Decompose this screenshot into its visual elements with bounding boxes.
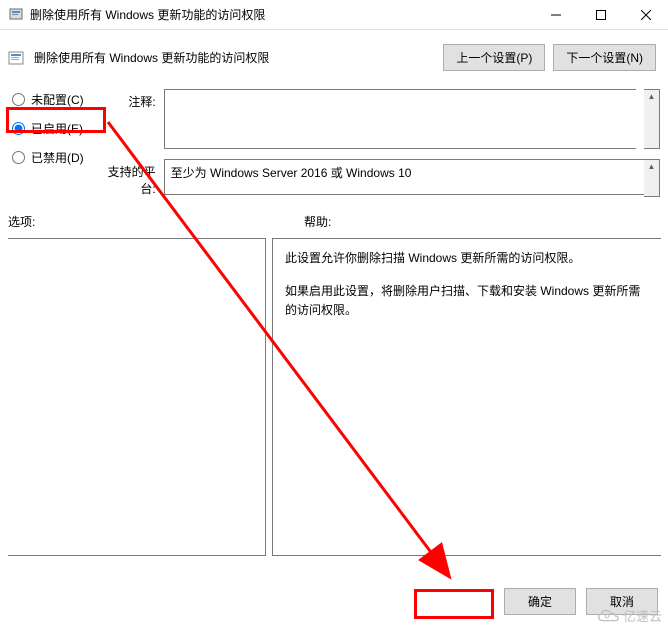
radio-disabled-input[interactable] xyxy=(12,151,25,164)
radio-disabled[interactable]: 已禁用(D) xyxy=(12,149,84,166)
next-setting-button[interactable]: 下一个设置(N) xyxy=(553,44,656,71)
supported-platform-text: 至少为 Windows Server 2016 或 Windows 10 xyxy=(164,159,644,195)
platform-scrollbar[interactable]: ▲ xyxy=(644,159,660,197)
help-panel: 此设置允许你删除扫描 Windows 更新所需的访问权限。 如果启用此设置，将删… xyxy=(272,238,661,556)
comment-label: 注释: xyxy=(96,89,156,149)
radio-enabled-label: 已启用(E) xyxy=(31,120,83,137)
radio-enabled-input[interactable] xyxy=(12,122,25,135)
comment-scrollbar[interactable]: ▲ xyxy=(644,89,660,149)
maximize-button[interactable] xyxy=(578,0,623,29)
cloud-icon xyxy=(597,608,619,624)
options-label: 选项: xyxy=(8,213,304,230)
ok-button[interactable]: 确定 xyxy=(504,588,576,615)
radio-not-configured-input[interactable] xyxy=(12,93,25,106)
policy-icon xyxy=(8,50,24,66)
radio-enabled[interactable]: 已启用(E) xyxy=(12,120,84,137)
watermark-text: 亿速云 xyxy=(623,606,662,625)
window-title: 删除使用所有 Windows 更新功能的访问权限 xyxy=(30,6,533,23)
annotation-highlight-ok xyxy=(414,589,494,619)
radio-disabled-label: 已禁用(D) xyxy=(31,149,84,166)
radio-not-configured-label: 未配置(C) xyxy=(31,91,84,108)
watermark: 亿速云 xyxy=(597,606,662,625)
help-label: 帮助: xyxy=(304,213,331,230)
app-icon xyxy=(8,7,24,23)
minimize-button[interactable] xyxy=(533,0,578,29)
help-text-1: 此设置允许你删除扫描 Windows 更新所需的访问权限。 xyxy=(285,249,649,268)
close-button[interactable] xyxy=(623,0,668,29)
help-text-2: 如果启用此设置，将删除用户扫描、下载和安装 Windows 更新所需的访问权限。 xyxy=(285,282,649,320)
policy-title: 删除使用所有 Windows 更新功能的访问权限 xyxy=(34,49,433,66)
previous-setting-button[interactable]: 上一个设置(P) xyxy=(443,44,545,71)
comment-textarea[interactable] xyxy=(164,89,636,149)
radio-not-configured[interactable]: 未配置(C) xyxy=(12,91,84,108)
options-panel xyxy=(8,238,266,556)
platform-label: 支持的平台: xyxy=(96,159,156,197)
